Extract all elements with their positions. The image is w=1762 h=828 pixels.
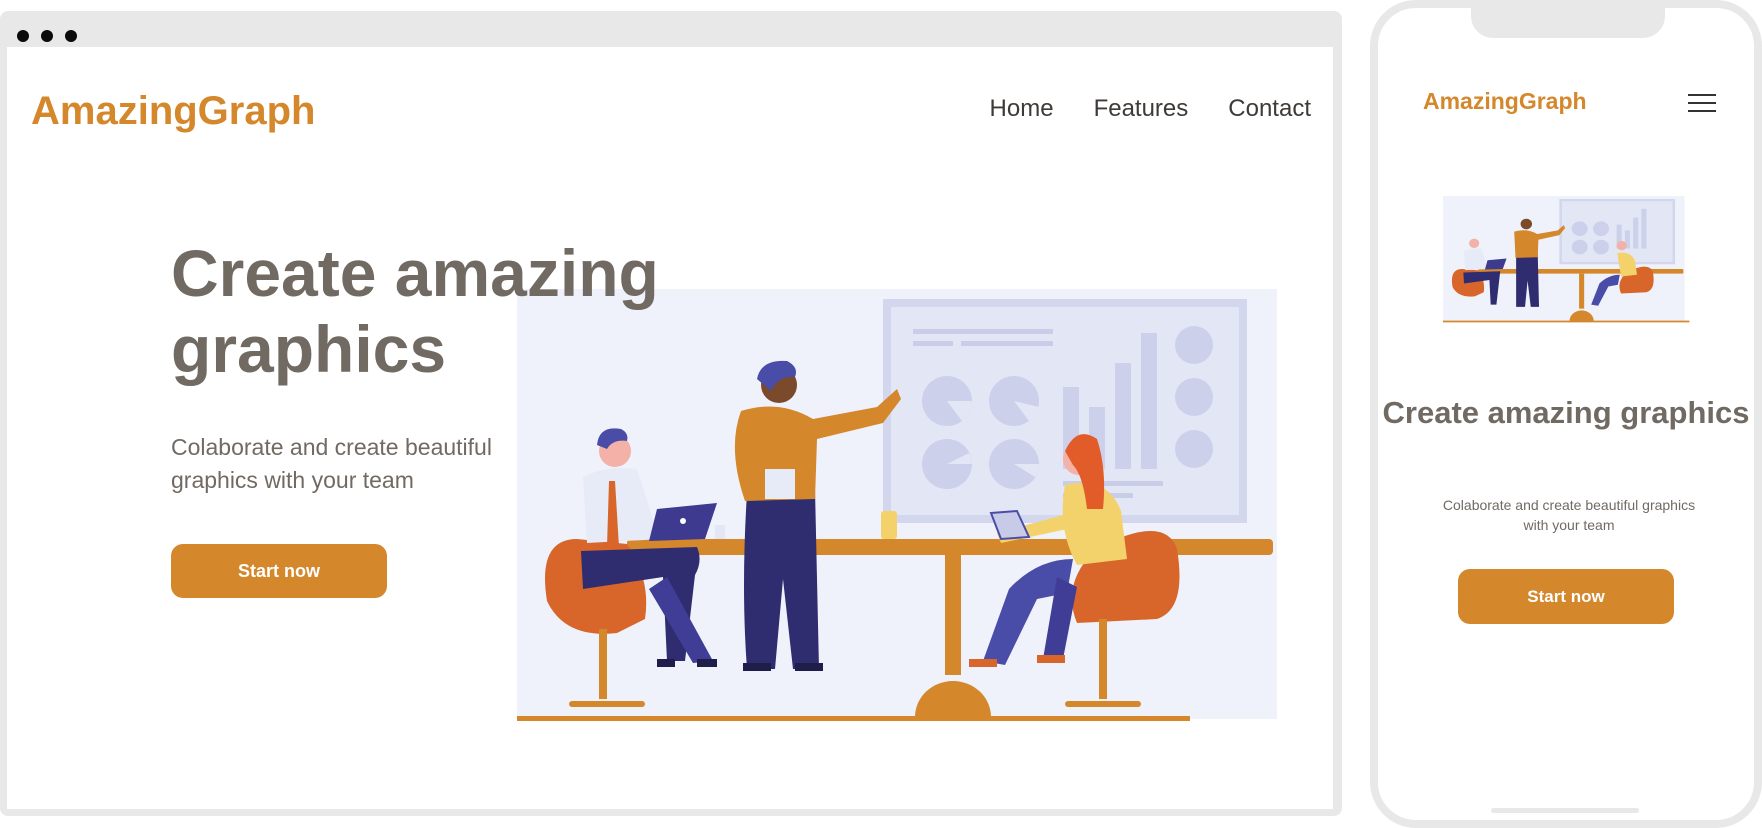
window-dot-icon[interactable]: [41, 30, 53, 42]
window-dot-icon[interactable]: [17, 30, 29, 42]
menu-line: [1688, 110, 1716, 112]
hamburger-menu-icon[interactable]: [1688, 94, 1716, 114]
menu-line: [1688, 102, 1716, 104]
hero-title-line2: graphics: [171, 312, 447, 386]
nav-contact[interactable]: Contact: [1228, 95, 1311, 123]
desktop-viewport: AmazingGraph Home Features Contact Creat…: [7, 47, 1333, 809]
mobile-team-meeting-illustration: [1443, 196, 1690, 323]
bottle-icon: [881, 511, 897, 539]
desktop-browser-frame: AmazingGraph Home Features Contact Creat…: [0, 11, 1342, 816]
window-dot-icon[interactable]: [65, 30, 77, 42]
mobile-hero-subtitle: Colaborate and create beautiful graphics…: [1442, 497, 1696, 533]
site-logo[interactable]: AmazingGraph: [31, 89, 315, 134]
mobile-start-now-button[interactable]: Start now: [1458, 569, 1674, 624]
menu-line: [1688, 94, 1716, 96]
home-indicator[interactable]: [1491, 808, 1639, 813]
start-now-button[interactable]: Start now: [171, 544, 387, 598]
mobile-phone-frame: AmazingGraph Create amazing graphics Col…: [1370, 0, 1762, 828]
window-controls: [17, 30, 77, 42]
cup-icon: [715, 525, 725, 539]
mobile-hero-title: Create amazing graphics: [1382, 395, 1750, 430]
hero-title-line1: Create amazing: [171, 236, 659, 310]
mobile-site-logo[interactable]: AmazingGraph: [1423, 88, 1587, 115]
nav-home[interactable]: Home: [990, 95, 1054, 123]
hero-subtitle: Colaborate and create beautiful graphics…: [171, 434, 492, 493]
hero-title: Create amazing graphics: [171, 235, 691, 387]
main-nav: Home Features Contact: [990, 95, 1311, 123]
nav-features[interactable]: Features: [1094, 95, 1189, 123]
phone-notch: [1471, 8, 1665, 38]
